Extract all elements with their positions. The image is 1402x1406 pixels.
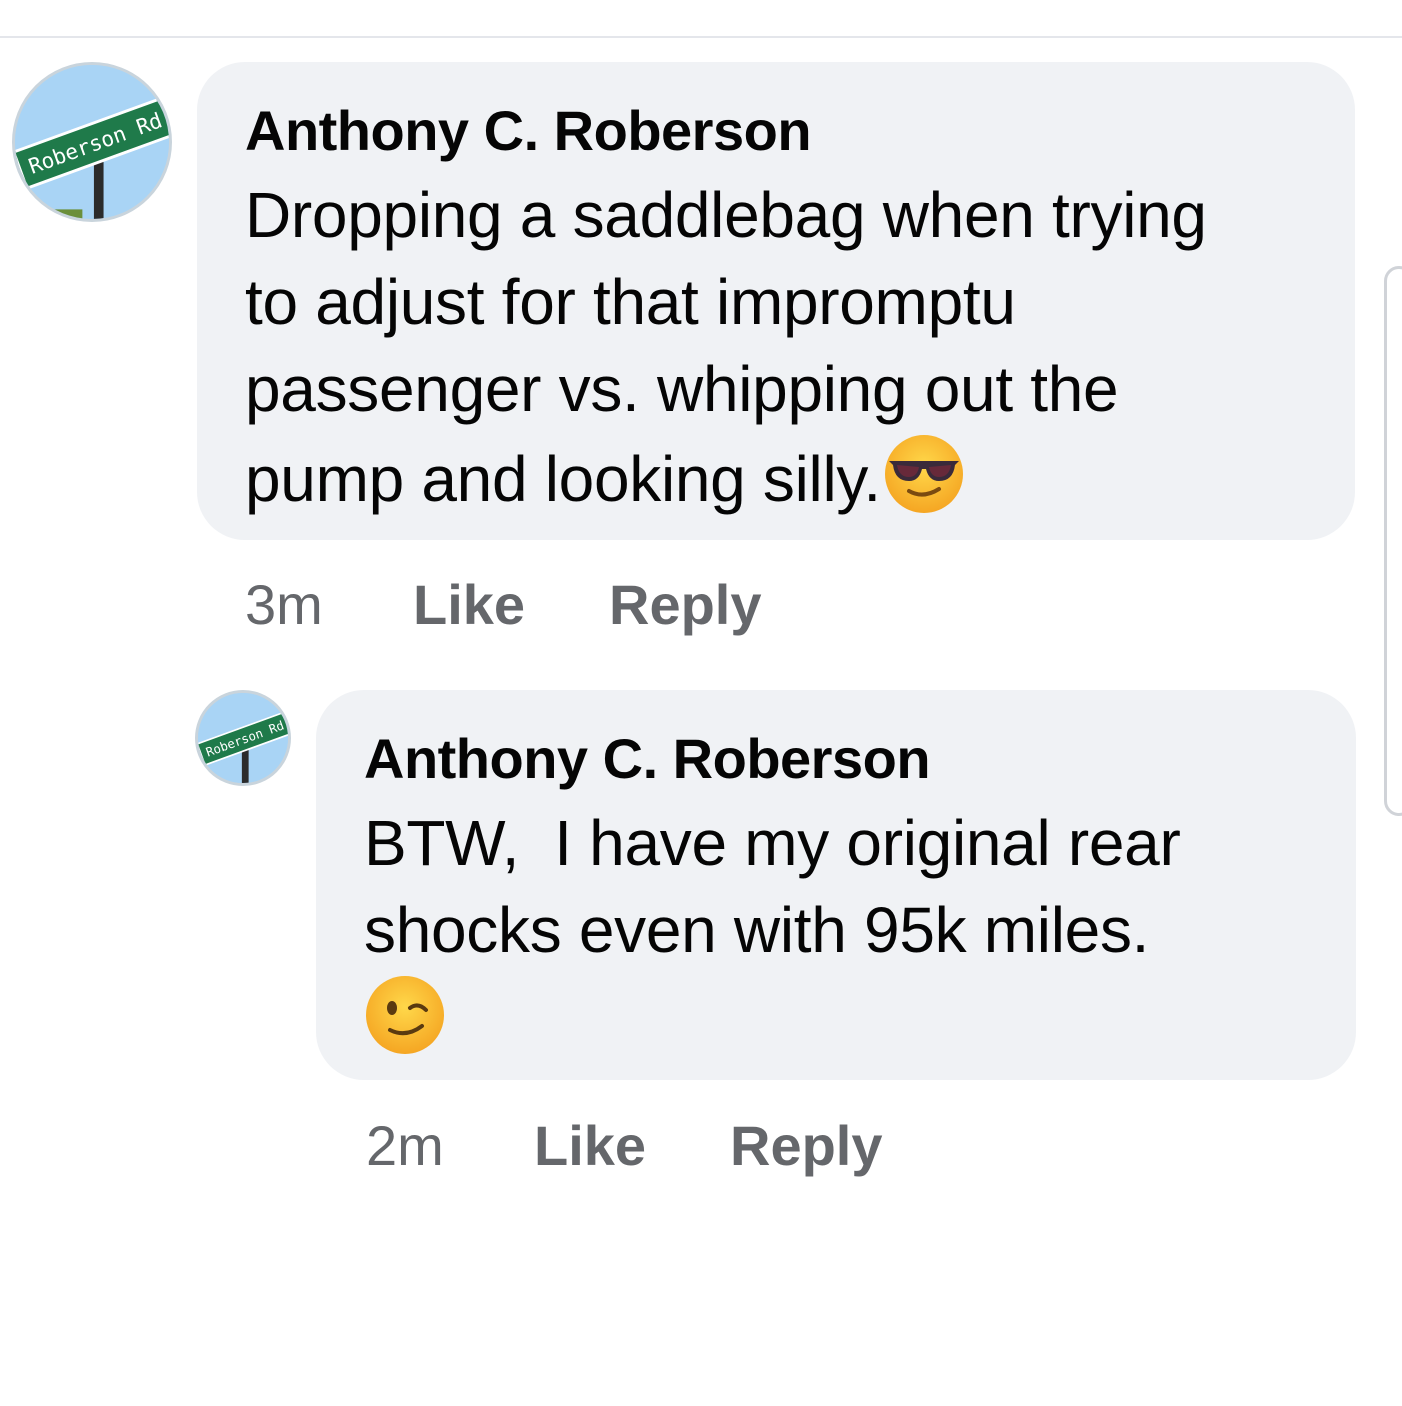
comment-actions: 3m Like Reply xyxy=(245,572,845,642)
comment-timestamp[interactable]: 3m xyxy=(245,572,323,637)
street-sign-avatar-icon: Roberson Rd xyxy=(198,693,288,783)
top-divider xyxy=(0,36,1402,38)
comment-line: Dropping a saddlebag when trying xyxy=(245,179,1207,251)
comment-line: pump and looking silly. xyxy=(245,443,881,515)
comment-bubble: Anthony C. Roberson BTW, I have my origi… xyxy=(316,690,1356,1080)
comment-actions: 2m Like Reply xyxy=(366,1113,966,1183)
comment-line: BTW, I have my original rear xyxy=(364,807,1181,879)
reply-button[interactable]: Reply xyxy=(730,1113,883,1178)
comment-author[interactable]: Anthony C. Roberson xyxy=(245,98,812,163)
street-sign-avatar-icon: Roberson Rd xyxy=(15,65,169,219)
avatar[interactable]: Roberson Rd xyxy=(195,690,291,786)
reply-button[interactable]: Reply xyxy=(609,572,762,637)
comment-line: to adjust for that impromptu xyxy=(245,266,1016,338)
winking-emoji-icon xyxy=(364,974,446,1078)
comment-line: shocks even with 95k miles. xyxy=(364,894,1150,966)
comment-text: BTW, I have my original rear shocks even… xyxy=(364,800,1344,1078)
sunglasses-emoji-icon xyxy=(883,433,965,537)
comment-timestamp[interactable]: 2m xyxy=(366,1113,444,1178)
comment-line-emoji xyxy=(364,974,1344,1078)
comment-line: passenger vs. whipping out the xyxy=(245,353,1119,425)
avatar[interactable]: Roberson Rd xyxy=(12,62,172,222)
like-button[interactable]: Like xyxy=(413,572,525,637)
comment-author[interactable]: Anthony C. Roberson xyxy=(364,726,931,791)
comment-line-with-emoji: pump and looking silly. xyxy=(245,433,1335,537)
comment-text: Dropping a saddlebag when trying to adju… xyxy=(245,172,1335,537)
like-button[interactable]: Like xyxy=(534,1113,646,1178)
scrollbar[interactable] xyxy=(1384,266,1402,816)
comment-bubble: Anthony C. Roberson Dropping a saddlebag… xyxy=(197,62,1355,540)
